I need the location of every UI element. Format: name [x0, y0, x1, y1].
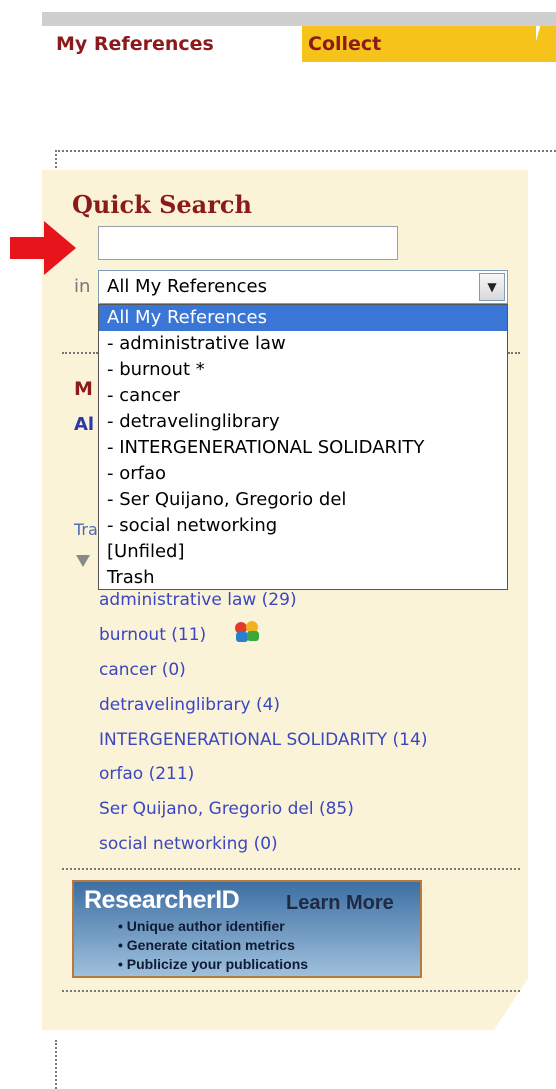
- tab-my-references[interactable]: My References: [42, 26, 302, 62]
- quick-search-input[interactable]: [98, 226, 398, 260]
- group-link[interactable]: social networking (0): [99, 834, 278, 854]
- search-scope-value: All My References: [107, 276, 267, 297]
- section-divider: [62, 990, 520, 992]
- tab-collect-label: Collect: [308, 33, 382, 55]
- dropdown-option[interactable]: Trash: [99, 565, 507, 591]
- group-link[interactable]: INTERGENERATIONAL SOLIDARITY (14): [99, 730, 427, 750]
- dropdown-option[interactable]: - Ser Quijano, Gregorio del: [99, 487, 507, 513]
- group-link[interactable]: cancer (0): [99, 660, 186, 680]
- dropdown-option[interactable]: [Unfiled]: [99, 539, 507, 565]
- banner-bullet: • Publicize your publications: [118, 956, 309, 972]
- dropdown-option[interactable]: - INTERGENERATIONAL SOLIDARITY: [99, 435, 507, 461]
- section-divider: [62, 352, 98, 354]
- dropdown-option[interactable]: - cancer: [99, 383, 507, 409]
- group-link[interactable]: orfao (211): [99, 764, 194, 784]
- dropdown-option[interactable]: - social networking: [99, 513, 507, 539]
- dropdown-option[interactable]: - orfao: [99, 461, 507, 487]
- group-link[interactable]: administrative law (29): [99, 590, 297, 610]
- group-link[interactable]: burnout (11): [99, 625, 206, 645]
- all-references-link-partial[interactable]: Al: [74, 414, 94, 435]
- group-link[interactable]: Ser Quijano, Gregorio del (85): [99, 799, 354, 819]
- trash-link-partial[interactable]: Tra: [74, 520, 98, 539]
- chevron-down-icon[interactable]: ▼: [479, 273, 505, 301]
- group-link[interactable]: detravelinglibrary (4): [99, 695, 280, 715]
- banner-bullet: • Unique author identifier: [118, 918, 285, 934]
- quick-search-title: Quick Search: [72, 190, 252, 219]
- researcherid-logo: ResearcherID: [84, 886, 240, 914]
- tab-my-references-label: My References: [56, 33, 214, 55]
- section-divider: [508, 352, 520, 354]
- shared-group-icon[interactable]: [232, 619, 264, 643]
- tabbar-top-strip: [42, 12, 556, 26]
- section-divider: [62, 868, 520, 870]
- researcherid-banner[interactable]: ResearcherID Learn More • Unique author …: [72, 880, 422, 978]
- expand-triangle-icon[interactable]: [76, 555, 90, 567]
- red-pointer-arrow-icon: [10, 221, 76, 275]
- dropdown-option[interactable]: - administrative law: [99, 331, 507, 357]
- dropdown-option[interactable]: - detravelinglibrary: [99, 409, 507, 435]
- divider-vertical-bottom: [55, 1040, 57, 1089]
- divider-top: [55, 150, 556, 152]
- banner-bullet: • Generate citation metrics: [118, 937, 295, 953]
- dropdown-option[interactable]: - burnout *: [99, 357, 507, 383]
- tab-collect[interactable]: Collect: [288, 26, 536, 62]
- my-groups-heading-partial: M: [74, 378, 93, 400]
- search-scope-label: in: [74, 276, 91, 297]
- search-scope-select[interactable]: All My References ▼: [98, 270, 508, 304]
- dropdown-option[interactable]: All My References: [99, 305, 507, 331]
- learn-more-link[interactable]: Learn More: [286, 892, 394, 915]
- search-scope-dropdown: All My References - administrative law -…: [98, 304, 508, 590]
